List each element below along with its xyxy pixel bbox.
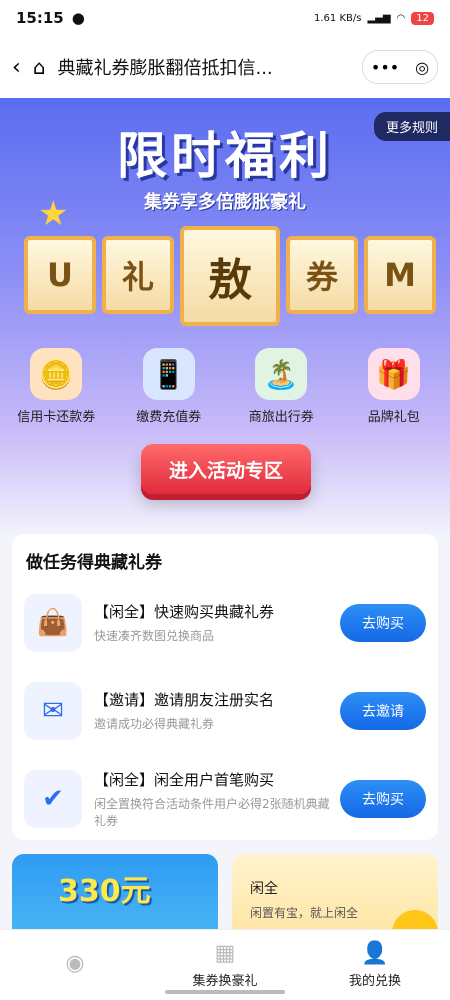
- battery-icon: 12: [411, 11, 434, 25]
- tile: 券: [286, 236, 358, 314]
- home-icon[interactable]: ⌂: [33, 55, 46, 79]
- grid-icon: ▦: [214, 941, 236, 966]
- mini-program-capsule: ••• ◎: [362, 50, 438, 84]
- task-item: ✔ 【闲全】闲全用户首笔购买闲全置换符合活动条件用户必得2张随机典藏礼券 去购买: [12, 755, 438, 843]
- gift-icon: 🎁: [367, 348, 420, 400]
- home-tab-icon: ◉: [65, 950, 85, 976]
- category-label: 信用卡还款券: [17, 410, 96, 425]
- task-title: 【闲全】快速购买典藏礼券: [94, 603, 275, 621]
- task-item: ✉ 【邀请】邀请朋友注册实名邀请成功必得典藏礼券 去邀请: [12, 667, 438, 755]
- tile: U: [24, 236, 96, 314]
- back-icon[interactable]: ‹: [12, 55, 21, 80]
- promo-desc: 闲置有宝，就上闲全: [250, 906, 359, 920]
- coin-icon: 🪙: [30, 348, 83, 400]
- enter-activity-button[interactable]: 进入活动专区: [141, 444, 311, 494]
- check-doc-icon: ✔: [24, 770, 82, 828]
- hero-banner: 更多规则 限时福利 集券享多倍膨胀豪礼 ★ U 礼 敖 券 M 🪙 信用卡还款券 …: [0, 98, 450, 538]
- signal-icon: ▂▄▆: [367, 12, 391, 24]
- nav-bar: ‹ ⌂ 典藏礼券膨胀翻倍抵扣信... ••• ◎: [0, 36, 450, 99]
- category-credit[interactable]: 🪙 信用卡还款券: [6, 348, 106, 425]
- promo-title: 闲全: [250, 881, 278, 897]
- mail-icon: ✉: [24, 682, 82, 740]
- notification-icon: ●: [71, 9, 85, 27]
- star-mascot-icon: ★: [38, 194, 69, 234]
- task-desc: 邀请成功必得典藏礼券: [94, 717, 215, 731]
- wifi-icon: ◠: [396, 12, 406, 24]
- hero-title: 限时福利: [117, 127, 333, 185]
- category-label: 商旅出行券: [248, 410, 314, 425]
- more-icon[interactable]: •••: [371, 58, 399, 77]
- category-travel[interactable]: 🏝️ 商旅出行券: [231, 348, 331, 425]
- tile: 敖: [180, 226, 280, 326]
- close-target-icon[interactable]: ◎: [415, 58, 429, 77]
- task-desc: 快速凑齐数图兑换商品: [94, 629, 215, 643]
- task-desc: 闲全置换符合活动条件用户必得2张随机典藏礼券: [94, 796, 330, 828]
- status-bar: 15:15 ● 1.61 KB/s ▂▄▆ ◠ 12: [0, 0, 450, 36]
- user-icon: 👤: [361, 941, 389, 966]
- tile: M: [364, 236, 436, 314]
- invite-button[interactable]: 去邀请: [340, 692, 426, 730]
- task-card-title: 做任务得典藏礼券: [26, 553, 162, 573]
- tab-label: 集券换豪礼: [192, 974, 258, 989]
- tab-label: 我的兑换: [348, 974, 401, 989]
- task-title: 【闲全】闲全用户首笔购买: [94, 770, 275, 789]
- bag-icon: 👜: [24, 594, 82, 652]
- category-label: 品牌礼包: [367, 410, 420, 425]
- tab-home[interactable]: ◉: [0, 930, 150, 1000]
- task-item: 👜 【闲全】快速购买典藏礼券快速凑齐数图兑换商品 去购买: [12, 579, 438, 667]
- net-speed: 1.61 KB/s: [314, 12, 362, 24]
- tile: 礼: [102, 236, 174, 314]
- task-card: 做任务得典藏礼券 👜 【闲全】快速购买典藏礼券快速凑齐数图兑换商品 去购买 ✉ …: [12, 534, 438, 840]
- island-icon: 🏝️: [255, 348, 308, 400]
- promo-amount: 330元: [58, 874, 151, 909]
- page-title: 典藏礼券膨胀翻倍抵扣信...: [57, 58, 273, 79]
- task-title: 【邀请】邀请朋友注册实名: [94, 691, 275, 709]
- buy-button[interactable]: 去购买: [340, 604, 426, 642]
- tab-my-exchange[interactable]: 👤 我的兑换: [300, 930, 450, 1000]
- category-label: 缴费充值券: [136, 410, 202, 425]
- clock: 15:15: [16, 9, 64, 27]
- home-indicator[interactable]: [165, 990, 285, 994]
- coupon-tiles: U 礼 敖 券 M: [24, 226, 436, 326]
- phone-icon: 📱: [142, 348, 195, 400]
- buy-button[interactable]: 去购买: [340, 780, 426, 818]
- category-recharge[interactable]: 📱 缴费充值券: [119, 348, 219, 425]
- category-row: 🪙 信用卡还款券 📱 缴费充值券 🏝️ 商旅出行券 🎁 品牌礼包: [0, 348, 450, 425]
- category-gift[interactable]: 🎁 品牌礼包: [344, 348, 444, 425]
